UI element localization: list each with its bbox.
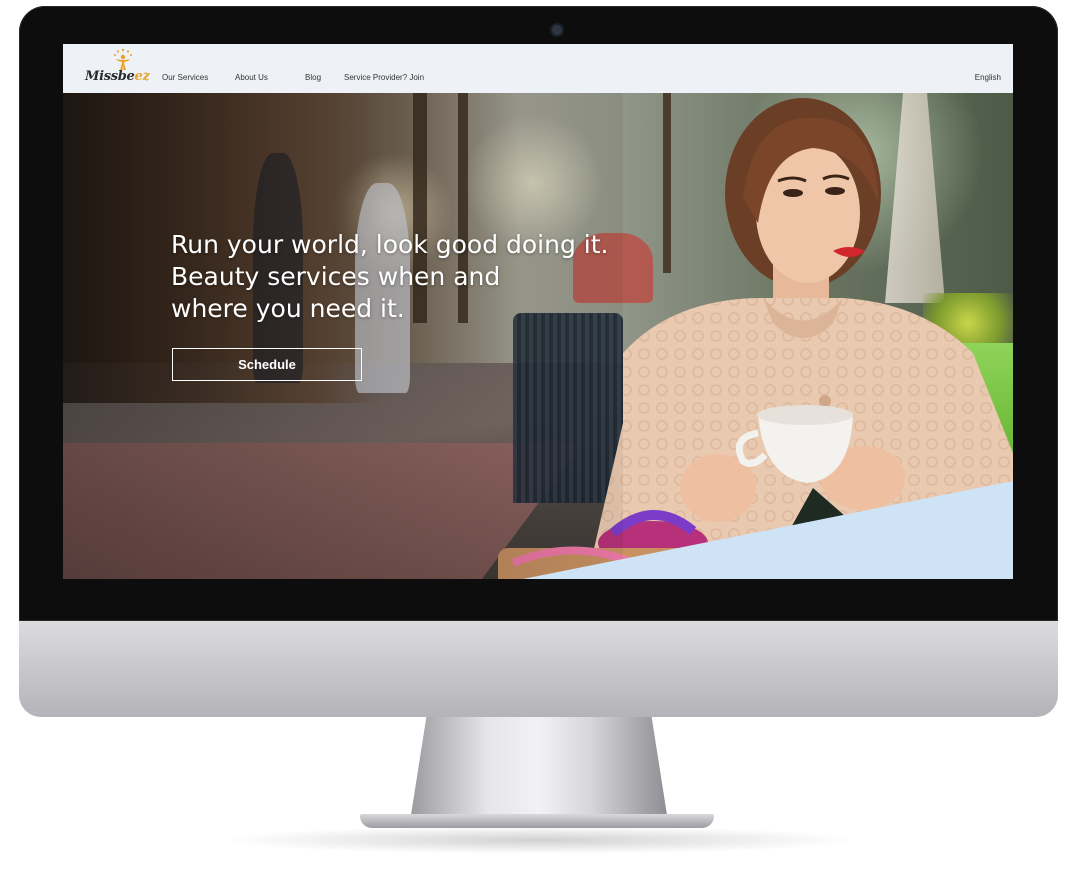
browser-viewport: Missbeez Our Services About Us Blog Serv… [63, 44, 1013, 579]
nav-about-us[interactable]: About Us [235, 73, 268, 82]
nav-service-provider-join[interactable]: Service Provider? Join [344, 73, 424, 82]
hero-headline-line: Run your world, look good doing it. [171, 230, 609, 259]
webcam-icon [552, 25, 562, 35]
imac-shadow [220, 826, 860, 854]
language-selector[interactable]: English [975, 73, 1001, 82]
hero-headline: Run your world, look good doing it. Beau… [171, 229, 631, 325]
hero-text-scrim [63, 93, 623, 579]
logo-wordmark: Missbeez [85, 69, 150, 84]
nav-our-services[interactable]: Our Services [162, 73, 208, 82]
site-logo[interactable]: Missbeez [85, 48, 150, 88]
hero-section: Run your world, look good doing it. Beau… [63, 93, 1013, 579]
site-navbar: Missbeez Our Services About Us Blog Serv… [63, 44, 1013, 93]
hero-headline-line: where you need it. [171, 294, 405, 323]
nav-blog[interactable]: Blog [305, 73, 321, 82]
imac-chin [19, 621, 1058, 717]
imac-stand [411, 717, 667, 815]
schedule-button[interactable]: Schedule [172, 348, 362, 381]
hero-headline-line: Beauty services when and [171, 262, 501, 291]
